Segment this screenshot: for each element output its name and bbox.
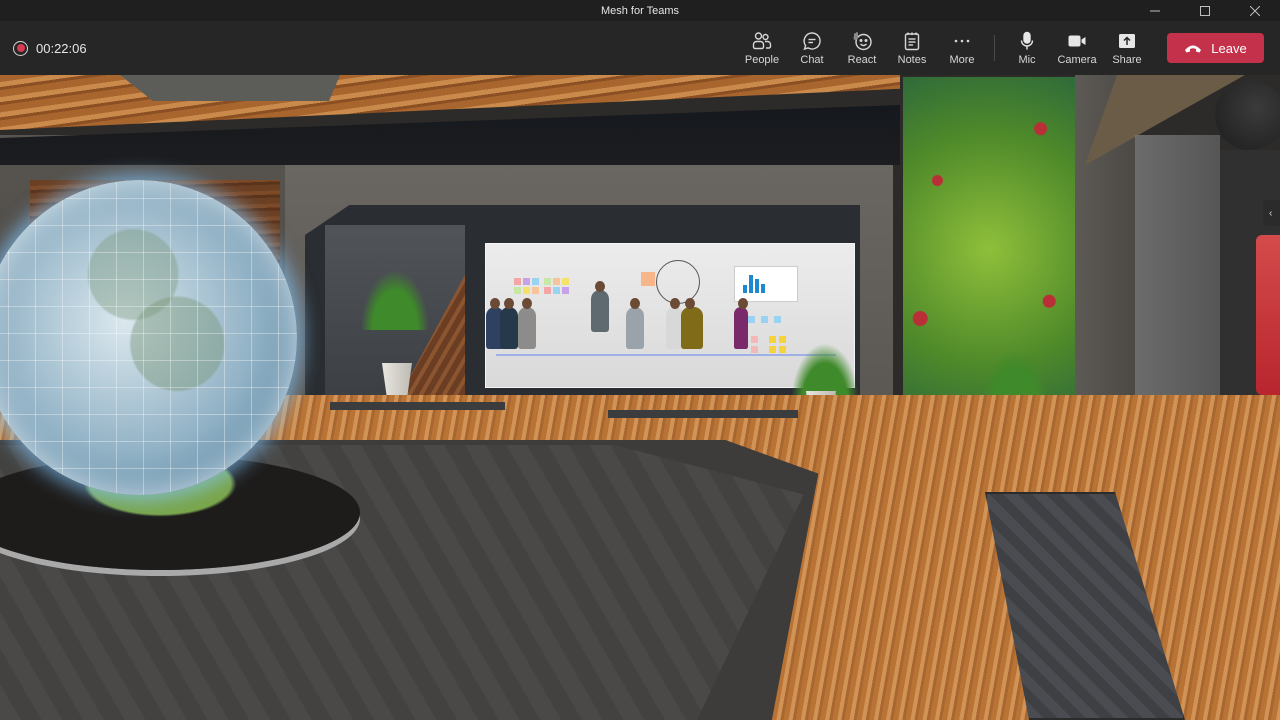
avatar bbox=[518, 298, 536, 349]
title-bar: Mesh for Teams bbox=[0, 0, 1280, 21]
sticky-note bbox=[751, 336, 758, 343]
sticky-note bbox=[751, 346, 758, 353]
chat-button[interactable]: Chat bbox=[787, 21, 837, 75]
react-button[interactable]: React bbox=[837, 21, 887, 75]
sticky-note bbox=[769, 336, 776, 343]
whiteboard-pie-sketch bbox=[656, 260, 700, 304]
ceiling-duct bbox=[1215, 80, 1280, 150]
more-icon bbox=[954, 39, 970, 42]
sticky-note bbox=[553, 278, 560, 285]
sticky-note bbox=[523, 287, 530, 294]
ceiling-panel bbox=[120, 75, 340, 101]
plant-pot bbox=[382, 363, 412, 395]
sticky-note bbox=[774, 316, 781, 323]
sticky-note bbox=[514, 278, 521, 285]
floor-mat bbox=[608, 410, 798, 418]
sticky-note bbox=[544, 287, 551, 294]
sticky-note bbox=[523, 278, 530, 285]
close-button[interactable] bbox=[1230, 0, 1280, 21]
mic-icon bbox=[1020, 31, 1034, 49]
mic-button[interactable]: Mic bbox=[1002, 21, 1052, 75]
more-label: More bbox=[949, 53, 975, 66]
chevron-left-icon: ‹ bbox=[1269, 207, 1273, 219]
sticky-note bbox=[748, 316, 755, 323]
sticky-note bbox=[532, 278, 539, 285]
notes-button[interactable]: Notes bbox=[887, 21, 937, 75]
window-title: Mesh for Teams bbox=[600, 4, 680, 17]
notes-icon bbox=[904, 32, 920, 50]
avatar bbox=[626, 298, 644, 349]
meeting-toolbar: 00:22:06 People Chat React Notes More Mi… bbox=[0, 21, 1280, 75]
sticky-note bbox=[532, 287, 539, 294]
elapsed-time: 00:22:06 bbox=[36, 40, 87, 56]
minimize-icon bbox=[1150, 10, 1160, 11]
info-panel[interactable] bbox=[1256, 235, 1280, 395]
leave-label: Leave bbox=[1211, 40, 1247, 56]
people-button[interactable]: People bbox=[737, 21, 787, 75]
people-label: People bbox=[744, 53, 780, 66]
react-icon bbox=[853, 31, 872, 50]
virtual-space-viewport[interactable]: ‹ bbox=[0, 75, 1280, 720]
share-button[interactable]: Share bbox=[1102, 21, 1152, 75]
sticky-note bbox=[769, 346, 776, 353]
avatar bbox=[681, 298, 703, 349]
sticky-note bbox=[761, 316, 768, 323]
minimize-button[interactable] bbox=[1130, 0, 1180, 21]
sticky-note bbox=[641, 272, 655, 286]
record-icon bbox=[13, 40, 28, 56]
camera-button[interactable]: Camera bbox=[1052, 21, 1102, 75]
notes-label: Notes bbox=[897, 53, 927, 66]
hang-up-icon bbox=[1185, 45, 1202, 53]
avatar bbox=[500, 298, 518, 349]
toolbar-divider bbox=[994, 35, 995, 61]
mic-label: Mic bbox=[1018, 53, 1036, 66]
sticky-note bbox=[562, 278, 569, 285]
avatar bbox=[591, 281, 609, 332]
leave-button[interactable]: Leave bbox=[1167, 33, 1264, 63]
maximize-icon bbox=[1200, 5, 1210, 16]
potted-plant bbox=[355, 260, 435, 330]
sticky-note bbox=[544, 278, 551, 285]
sticky-note bbox=[514, 287, 521, 294]
maximize-button[interactable] bbox=[1180, 0, 1230, 21]
recording-timer: 00:22:06 bbox=[13, 21, 87, 75]
chat-icon bbox=[803, 31, 821, 50]
share-icon bbox=[1119, 33, 1135, 48]
camera-icon bbox=[1068, 35, 1086, 46]
window-controls bbox=[1130, 0, 1280, 21]
floor-mat bbox=[330, 402, 505, 410]
close-icon bbox=[1250, 5, 1260, 16]
people-icon bbox=[752, 31, 772, 49]
sticky-note bbox=[562, 287, 569, 294]
sticky-note bbox=[553, 287, 560, 294]
whiteboard-chart-card bbox=[734, 266, 798, 302]
side-panel-toggle[interactable]: ‹ bbox=[1263, 200, 1280, 226]
camera-label: Camera bbox=[1057, 53, 1097, 66]
more-button[interactable]: More bbox=[937, 21, 987, 75]
avatar bbox=[734, 298, 748, 349]
react-label: React bbox=[847, 53, 877, 66]
share-label: Share bbox=[1112, 53, 1142, 66]
chat-label: Chat bbox=[800, 53, 824, 66]
